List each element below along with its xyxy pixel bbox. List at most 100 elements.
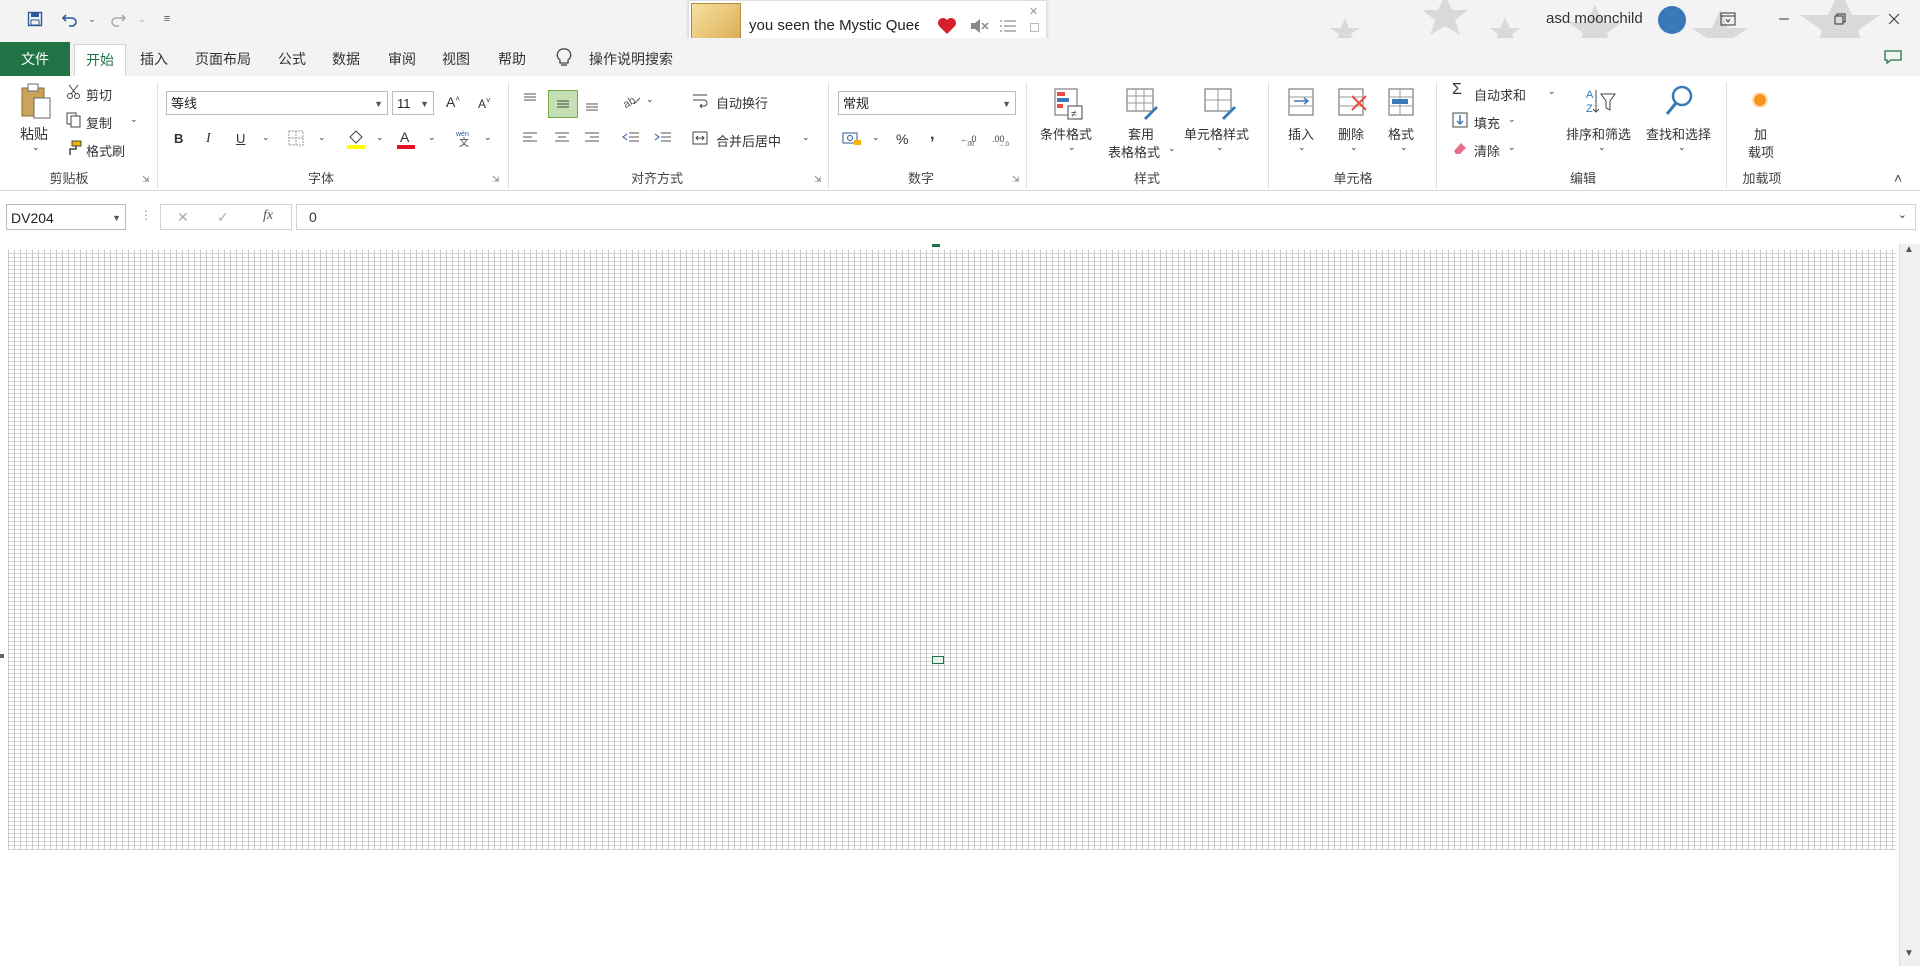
tab-data[interactable]: 数据 xyxy=(324,44,368,76)
sort-filter-dropdown-icon[interactable]: ⌄ xyxy=(1598,142,1606,153)
format-painter-icon[interactable] xyxy=(66,140,82,156)
number-launcher-icon[interactable]: ⇲ xyxy=(1012,174,1020,185)
phonetic-guide-icon[interactable]: wén 文 xyxy=(454,128,474,148)
eraser-icon[interactable] xyxy=(1452,140,1468,156)
active-cell[interactable] xyxy=(932,656,944,664)
tab-help[interactable]: 帮助 xyxy=(490,44,534,76)
conditional-dropdown-icon[interactable]: ⌄ xyxy=(1068,142,1076,153)
phonetic-dropdown-icon[interactable]: ⌄ xyxy=(484,132,492,143)
autosum-dropdown-icon[interactable]: ⌄ xyxy=(1548,86,1556,97)
italic-button[interactable]: I xyxy=(206,131,211,147)
paste-dropdown-icon[interactable]: ⌄ xyxy=(32,142,40,153)
font-color-icon[interactable]: A xyxy=(396,128,416,150)
merge-center-button[interactable]: 合并后居中 xyxy=(716,131,781,150)
insert-cells-dropdown-icon[interactable]: ⌄ xyxy=(1298,142,1306,153)
decrease-font-icon[interactable]: A˅ xyxy=(478,96,491,111)
align-center-icon[interactable] xyxy=(554,131,570,145)
fill-color-icon[interactable] xyxy=(346,128,366,150)
font-color-dropdown-icon[interactable]: ⌄ xyxy=(428,132,436,143)
align-middle-icon[interactable] xyxy=(548,90,578,118)
autosum-button[interactable]: 自动求和 xyxy=(1474,85,1526,104)
undo-dropdown-icon[interactable]: ⌄ xyxy=(86,8,98,30)
format-as-table-line2[interactable]: 表格格式 xyxy=(1108,142,1160,161)
close-icon[interactable] xyxy=(1866,0,1920,38)
percent-style-button[interactable]: % xyxy=(896,131,908,147)
accounting-format-icon[interactable] xyxy=(842,130,862,146)
underline-dropdown-icon[interactable]: ⌄ xyxy=(262,132,270,143)
restore-icon[interactable] xyxy=(1812,0,1868,38)
cell-area[interactable] xyxy=(8,250,1896,850)
formula-input[interactable]: 0 ⌄ xyxy=(296,204,1916,230)
font-launcher-icon[interactable]: ⇲ xyxy=(492,174,500,185)
formula-bar-options-icon[interactable]: ⋮ xyxy=(140,208,152,222)
fill-color-dropdown-icon[interactable]: ⌄ xyxy=(376,132,384,143)
tab-home[interactable]: 开始 xyxy=(74,44,126,77)
tab-view[interactable]: 视图 xyxy=(434,44,478,76)
copy-dropdown-icon[interactable]: ⌄ xyxy=(130,114,138,125)
insert-cells-button[interactable]: 插入 xyxy=(1288,124,1314,143)
increase-indent-icon[interactable] xyxy=(654,131,672,145)
confirm-entry-icon[interactable]: ✓ xyxy=(217,209,229,226)
font-size-combo[interactable]: 11 ▼ xyxy=(392,91,434,115)
cell-styles-button[interactable]: 单元格样式 xyxy=(1184,124,1249,143)
expand-formula-icon[interactable]: ⌄ xyxy=(1898,208,1907,221)
cut-button[interactable]: 剪切 xyxy=(86,85,112,104)
cut-icon[interactable] xyxy=(66,84,82,100)
worksheet-grid[interactable]: ▲ ▼ xyxy=(0,244,1920,966)
conditional-formatting-button[interactable]: 条件格式 xyxy=(1040,124,1092,143)
align-bottom-icon[interactable] xyxy=(584,96,600,112)
number-format-combo[interactable]: 常规 ▼ xyxy=(838,91,1016,115)
undo-icon[interactable] xyxy=(58,8,82,30)
format-as-table-icon[interactable] xyxy=(1126,88,1158,120)
delete-cells-dropdown-icon[interactable]: ⌄ xyxy=(1350,142,1358,153)
customize-icon[interactable]: ≡ xyxy=(160,8,174,30)
add-ins-line1[interactable]: 加 xyxy=(1754,124,1767,143)
vertical-scrollbar[interactable]: ▲ ▼ xyxy=(1899,244,1920,966)
table-dropdown-icon[interactable]: ⌄ xyxy=(1168,143,1176,154)
lightbulb-icon[interactable] xyxy=(556,48,572,68)
find-select-icon[interactable] xyxy=(1664,84,1696,118)
format-cells-button[interactable]: 格式 xyxy=(1388,124,1414,143)
fill-button[interactable]: 填充 xyxy=(1474,113,1500,132)
comments-icon[interactable] xyxy=(1884,50,1902,64)
orientation-icon[interactable]: ab xyxy=(622,92,642,108)
cancel-entry-icon[interactable]: ✕ xyxy=(177,209,189,226)
underline-button[interactable]: U xyxy=(236,131,245,146)
tab-file[interactable]: 文件 xyxy=(0,42,70,76)
copy-icon[interactable] xyxy=(66,112,82,128)
sort-filter-button[interactable]: 排序和筛选 xyxy=(1566,124,1631,143)
name-box[interactable]: DV204 ▼ xyxy=(6,204,126,230)
increase-font-icon[interactable]: A˄ xyxy=(446,94,460,110)
avatar[interactable] xyxy=(1658,6,1686,34)
insert-cells-icon[interactable] xyxy=(1288,88,1316,118)
mute-icon[interactable] xyxy=(969,18,989,34)
heart-icon[interactable] xyxy=(937,17,957,35)
ribbon-display-options-icon[interactable] xyxy=(1700,0,1756,38)
redo-dropdown-icon[interactable]: ⌄ xyxy=(136,8,148,30)
clipboard-launcher-icon[interactable]: ⇲ xyxy=(142,174,150,185)
merge-center-icon[interactable] xyxy=(692,130,708,146)
tab-insert[interactable]: 插入 xyxy=(132,44,176,76)
find-select-dropdown-icon[interactable]: ⌄ xyxy=(1678,142,1686,153)
align-left-icon[interactable] xyxy=(522,131,538,145)
format-cells-icon[interactable] xyxy=(1388,88,1416,118)
clear-button[interactable]: 清除 xyxy=(1474,141,1500,160)
cell-styles-icon[interactable] xyxy=(1204,88,1236,120)
tab-formulas[interactable]: 公式 xyxy=(270,44,314,76)
decrease-indent-icon[interactable] xyxy=(622,131,640,145)
orientation-dropdown-icon[interactable]: ⌄ xyxy=(646,94,654,105)
alignment-launcher-icon[interactable]: ⇲ xyxy=(814,174,822,185)
clear-dropdown-icon[interactable]: ⌄ xyxy=(1508,142,1516,153)
insert-function-icon[interactable]: fx xyxy=(263,208,273,224)
delete-cells-icon[interactable] xyxy=(1338,88,1368,118)
scroll-down-icon[interactable]: ▼ xyxy=(1904,948,1914,959)
wrap-text-icon[interactable] xyxy=(692,92,708,108)
sort-filter-icon[interactable]: AZ xyxy=(1584,86,1616,118)
delete-cells-button[interactable]: 删除 xyxy=(1338,124,1364,143)
fill-dropdown-icon[interactable]: ⌄ xyxy=(1508,114,1516,125)
tab-review[interactable]: 审阅 xyxy=(380,44,424,76)
add-ins-icon[interactable] xyxy=(1754,94,1766,106)
format-painter-button[interactable]: 格式刷 xyxy=(86,141,125,160)
wrap-text-button[interactable]: 自动换行 xyxy=(716,93,768,112)
bold-button[interactable]: B xyxy=(174,131,183,146)
